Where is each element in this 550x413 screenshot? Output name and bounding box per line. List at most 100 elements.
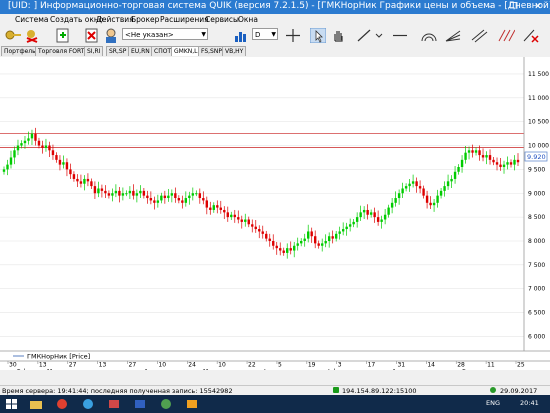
candle-body — [254, 226, 257, 230]
menu-system[interactable]: Система — [15, 15, 48, 24]
crosshair-icon[interactable] — [285, 28, 301, 43]
candle-body — [188, 195, 191, 199]
date-tick-label: 31 — [397, 362, 405, 369]
y-tick-label: 6 500 — [528, 310, 545, 317]
horizontal-line-icon[interactable] — [392, 28, 408, 43]
candle-body — [460, 159, 464, 168]
date-tick-label: 27 — [129, 362, 137, 369]
price-badge: 9.920 — [524, 151, 548, 162]
tab-fs-snp[interactable]: FS,SNP — [198, 46, 225, 56]
candle-body — [107, 193, 111, 196]
chart-icon[interactable] — [233, 28, 249, 43]
cancel-order-icon[interactable] — [84, 28, 100, 43]
candle-body — [118, 190, 121, 196]
input-language[interactable]: ENG — [486, 399, 500, 407]
tab-eu-rn[interactable]: EU,RN — [128, 46, 153, 56]
month-label: Feb — [17, 369, 28, 371]
y-tick-label: 11 000 — [528, 95, 549, 102]
app-icon[interactable] — [106, 397, 122, 411]
broker-select[interactable]: <Не указан> ▼ — [122, 28, 208, 40]
browser-icon[interactable] — [80, 397, 96, 411]
candle-body — [345, 226, 348, 230]
candle-body — [362, 209, 366, 213]
candle-body — [516, 159, 520, 163]
candle-body — [55, 155, 58, 160]
candle-body — [149, 198, 153, 201]
candle-body — [226, 212, 229, 218]
quik-app-icon[interactable] — [184, 397, 200, 411]
app-icon[interactable] — [132, 397, 148, 411]
date-tick-label: 19 — [308, 362, 316, 369]
candle-body — [244, 219, 247, 222]
y-tick-label: 10 500 — [528, 119, 549, 126]
y-tick-label: 7 000 — [528, 286, 545, 293]
candle-body — [369, 212, 373, 215]
hand-icon[interactable] — [330, 28, 346, 43]
y-tick-label: 6 000 — [528, 333, 545, 340]
tab-si-ri[interactable]: SI,RI — [84, 46, 104, 56]
tab-sr-sp[interactable]: SR,SP — [106, 46, 130, 56]
menu-services[interactable]: Сервисы — [205, 15, 239, 24]
new-order-icon[interactable] — [55, 28, 71, 43]
chevron-down-icon: ▼ — [201, 31, 206, 38]
candle-body — [142, 190, 146, 196]
app-icon[interactable] — [158, 397, 174, 411]
trend-line-icon[interactable] — [356, 28, 372, 43]
candle-body — [282, 250, 285, 253]
dropdown-arrow-icon[interactable] — [372, 28, 386, 43]
period-select-value: D — [255, 31, 261, 39]
delete-lines-icon[interactable] — [522, 28, 540, 43]
tab-forts-trading[interactable]: Торговля FORTS — [35, 46, 92, 56]
candle-body — [240, 219, 243, 222]
candle-body — [223, 209, 226, 213]
period-select[interactable]: D ▼ — [252, 28, 278, 40]
channel-tool-icon[interactable] — [470, 28, 488, 43]
windows-start-icon[interactable] — [4, 397, 20, 411]
date-tick-label: 13 — [39, 362, 47, 369]
date-tick-label: 10 — [218, 362, 226, 369]
disconnect-icon[interactable] — [24, 28, 40, 43]
server-time-status: Время сервера: 19:41:44; последняя получ… — [2, 387, 233, 395]
pointer-icon[interactable] — [310, 28, 326, 43]
candle-body — [352, 221, 355, 225]
folder-icon[interactable] — [28, 397, 44, 411]
candle-body — [184, 198, 188, 203]
candle-body — [191, 193, 195, 196]
candle-body — [111, 193, 114, 196]
menu-actions[interactable]: Действия — [96, 15, 134, 24]
user-icon[interactable] — [103, 28, 119, 43]
price-chart[interactable]: 11 500 11 000 10 500 10 000 9 500 9 000 8 500 8… — [0, 57, 550, 370]
candle-body — [216, 205, 219, 208]
close-button[interactable]: ✕ — [526, 0, 550, 14]
menu-extensions[interactable]: Расширения — [160, 15, 209, 24]
arc-tool-icon[interactable] — [420, 28, 438, 43]
connection-status-icon — [333, 387, 339, 393]
candle-body — [289, 248, 292, 251]
candle-body — [51, 150, 55, 156]
candle-body — [72, 174, 76, 179]
legend-label: ГМКНорНик [Price] — [27, 353, 90, 361]
parallel-lines-icon[interactable] — [497, 28, 515, 43]
connect-icon[interactable] — [4, 28, 22, 43]
fan-tool-icon[interactable] — [444, 28, 462, 43]
tab-portfolio[interactable]: Портфель — [1, 46, 39, 56]
candle-body — [394, 198, 397, 203]
candle-body — [327, 236, 331, 241]
candle-body — [160, 195, 163, 201]
menu-windows[interactable]: Окна — [238, 15, 258, 24]
y-tick-label: 7 500 — [528, 262, 545, 269]
minimize-button[interactable]: – — [478, 0, 502, 14]
clock[interactable]: 20:41 — [520, 399, 539, 407]
candle-body — [499, 164, 502, 168]
candle-body — [104, 190, 107, 194]
candle-body — [286, 248, 289, 253]
restore-button[interactable]: ❐ — [502, 0, 526, 14]
candle-body — [411, 181, 415, 184]
candle-body — [247, 219, 250, 225]
candle-body — [195, 193, 198, 195]
tab-vb-hy[interactable]: VB,HY — [222, 46, 247, 56]
browser-icon[interactable] — [54, 397, 70, 411]
date-tick-label: 27 — [69, 362, 77, 369]
menu-broker[interactable]: Брокер — [131, 15, 159, 24]
candle-body — [27, 138, 30, 141]
